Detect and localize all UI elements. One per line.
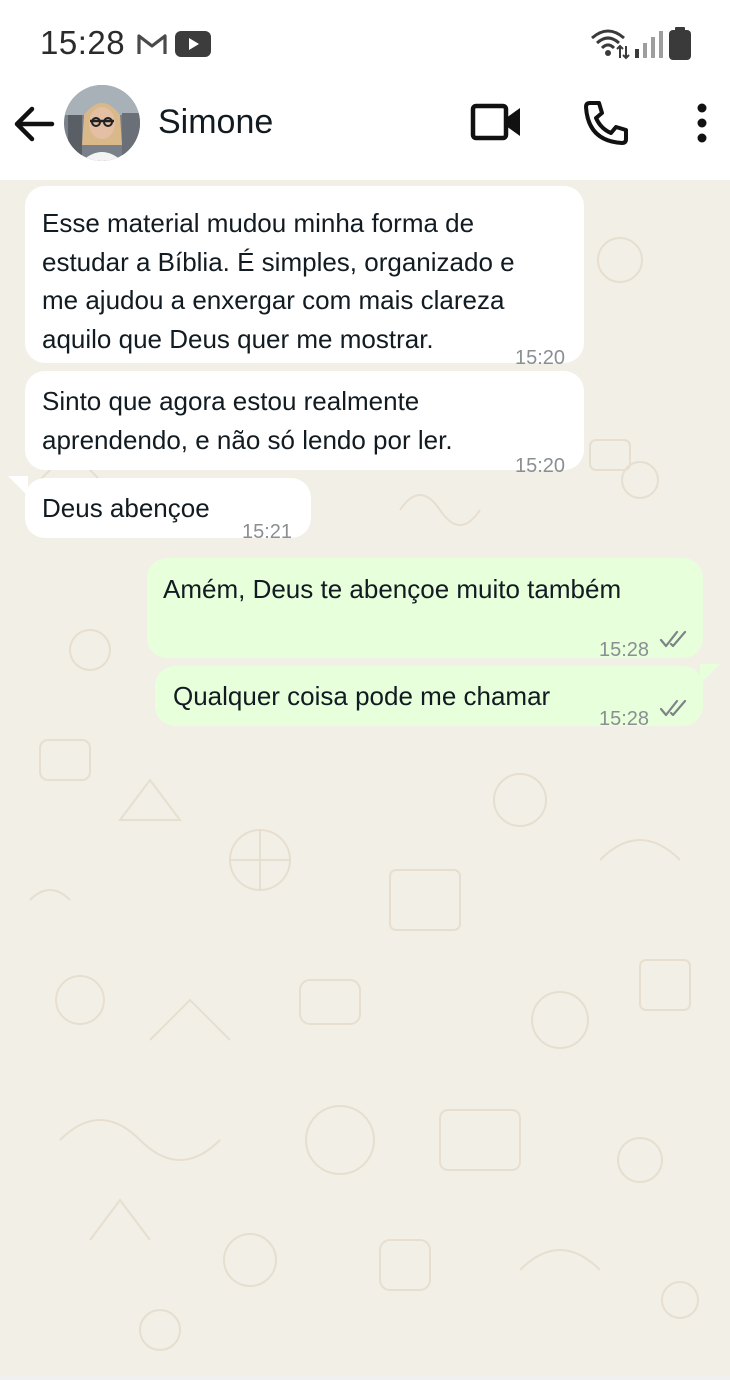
outgoing-bubble-tail [700, 664, 720, 684]
message-text: Amém, Deus te abençoe muito também [163, 574, 622, 604]
read-receipt-icon [659, 699, 687, 717]
message-bubble-outgoing[interactable]: Amém, Deus te abençoe muito também 15:28 [147, 558, 703, 661]
gmail-icon [136, 32, 168, 61]
signal-icon [634, 29, 664, 64]
more-options-icon[interactable] [690, 102, 714, 149]
status-time: 15:28 [40, 24, 126, 61]
message-time: 15:20 [515, 455, 566, 477]
message-bubble-incoming[interactable]: Esse material mudou minha forma de estud… [25, 186, 584, 369]
message-bubble-outgoing[interactable]: Qualquer coisa pode me chamar 15:28 [155, 666, 703, 730]
message-time: 15:21 [242, 521, 293, 543]
chat-area[interactable]: Esse material mudou minha forma de estud… [0, 180, 730, 1380]
video-call-icon[interactable] [470, 101, 524, 150]
wifi-icon [590, 28, 630, 65]
contact-name[interactable]: Simone [158, 103, 273, 142]
youtube-icon [175, 31, 211, 62]
bottom-strip [0, 1376, 730, 1380]
read-receipt-icon [659, 630, 687, 648]
status-bar: 15:28 [0, 0, 730, 84]
message-text: Sinto que agora estou realmente aprenden… [42, 386, 453, 455]
message-text: Esse material mudou minha forma de estud… [42, 208, 515, 354]
message-time: 15:28 [599, 639, 650, 661]
message-text: Deus abençoe [42, 493, 210, 523]
chat-header: Simone [0, 84, 730, 180]
battery-icon [668, 27, 692, 66]
back-arrow-icon[interactable] [12, 104, 56, 149]
avatar[interactable] [64, 85, 140, 161]
message-bubble-incoming[interactable]: Deus abençoe 15:21 [25, 478, 311, 543]
message-time: 15:28 [599, 708, 650, 730]
message-bubble-incoming[interactable]: Sinto que agora estou realmente aprenden… [25, 371, 584, 477]
voice-call-icon[interactable] [582, 99, 630, 152]
message-text: Qualquer coisa pode me chamar [173, 681, 551, 711]
